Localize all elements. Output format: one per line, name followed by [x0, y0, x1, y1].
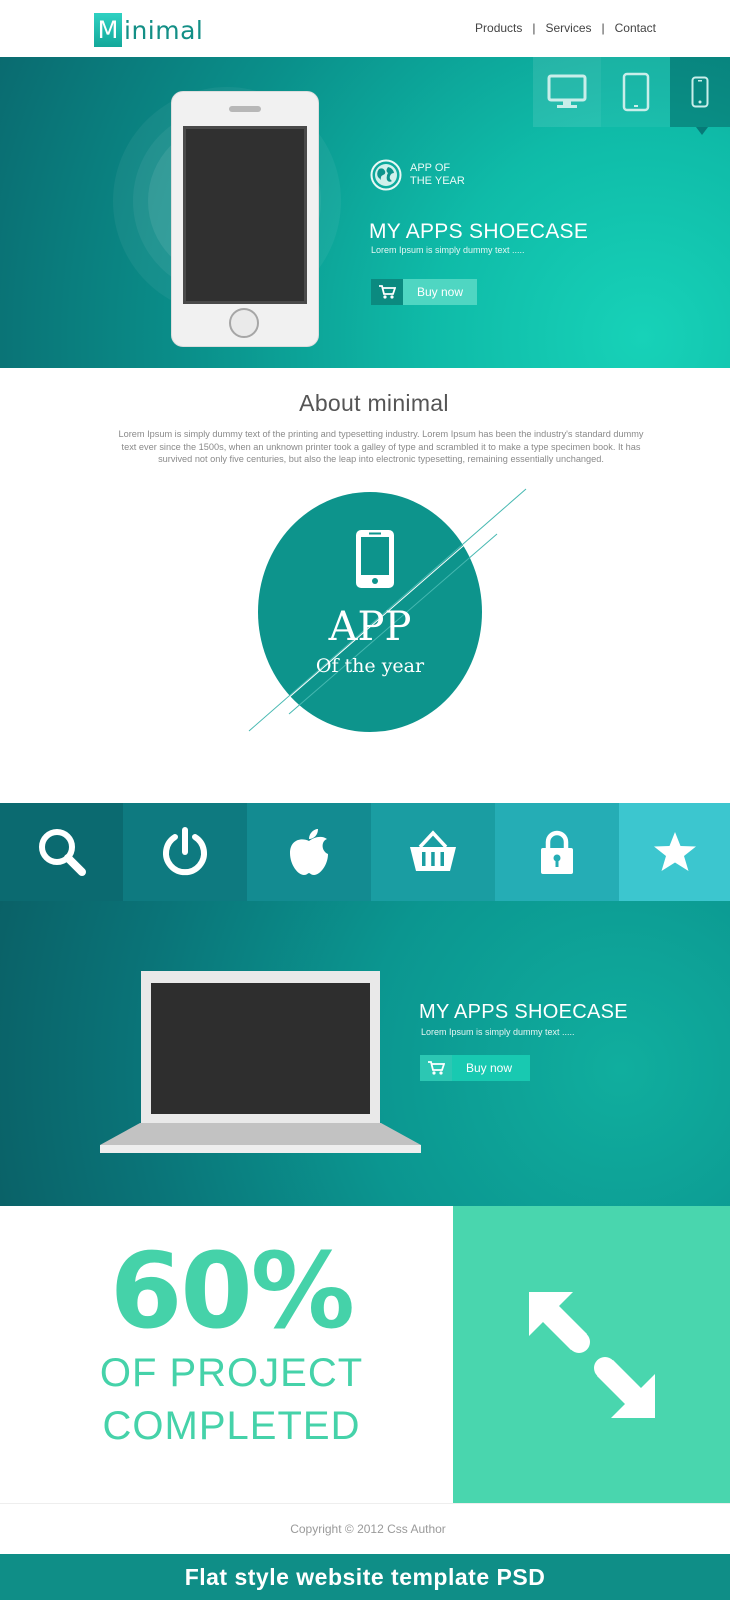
- badge-year-text: Of the year: [315, 655, 425, 677]
- power-icon: [163, 827, 207, 876]
- copyright: Copyright © 2012 Css Author: [290, 1522, 446, 1536]
- laptop-section: MY APPS SHOECASE Lorem Ipsum is simply d…: [0, 901, 730, 1206]
- expand-arrows-icon: [528, 1291, 655, 1418]
- basket-icon: [410, 830, 456, 871]
- search-icon: [38, 829, 86, 876]
- buy-now-button[interactable]: Buy now: [420, 1055, 531, 1081]
- apple-icon: [290, 829, 328, 875]
- template-banner: Flat style website template PSD: [0, 1554, 730, 1600]
- badge-app-text: APP: [328, 604, 412, 650]
- laptop-section-title: MY APPS SHOECASE: [419, 1001, 628, 1023]
- strip-lock[interactable]: [495, 803, 619, 901]
- laptop-illustration: [141, 971, 380, 1123]
- icon-strip: [0, 803, 730, 901]
- footer-divider: [0, 1503, 730, 1504]
- laptop-section-subtitle: Lorem Ipsum is simply dummy text .....: [421, 1027, 575, 1037]
- strip-star[interactable]: [619, 803, 730, 901]
- laptop-screen: [151, 983, 370, 1114]
- star-icon: [653, 832, 696, 871]
- progress-label-line1: OF PROJECT: [99, 1351, 364, 1395]
- laptop-lip: [100, 1145, 421, 1153]
- phone-icon: [356, 530, 394, 588]
- strip-power[interactable]: [123, 803, 247, 901]
- strip-search[interactable]: [0, 803, 123, 901]
- diagonal-lines: [248, 488, 527, 732]
- progress-percent: 60%: [110, 1230, 355, 1352]
- expand-tile[interactable]: [453, 1206, 730, 1503]
- buy-now-label: Buy now: [452, 1055, 531, 1081]
- strip-basket[interactable]: [371, 803, 495, 901]
- strip-apple[interactable]: [247, 803, 371, 901]
- laptop-keyboard-base: [100, 1123, 421, 1145]
- progress-label-line2: COMPLETED: [102, 1404, 361, 1448]
- cart-icon: [420, 1055, 452, 1081]
- lock-icon: [541, 830, 573, 874]
